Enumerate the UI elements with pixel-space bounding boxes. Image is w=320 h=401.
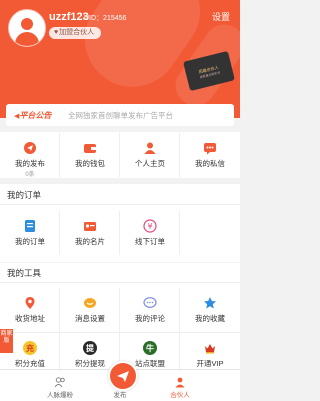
avatar[interactable] [8,9,46,47]
divider [0,282,240,283]
orders-grid: 我的订单 我的名片 ¥ 线下订单 [0,211,240,255]
tools-grid-row-1: 收货地址 消息设置 我的评论 我的收藏 [0,288,240,332]
points-recharge-label: 积分充值 [15,359,45,368]
wallet-icon [83,141,97,155]
empty-cell [180,211,240,255]
partner-icon [174,375,186,388]
join-partner-label: 加盟合伙人 [59,29,95,36]
person-icon [143,141,157,155]
offline-orders-button[interactable]: ¥ 线下订单 [120,211,180,255]
order-icon [23,219,37,233]
announcement-tag-label: 平台公告 [19,111,52,120]
vip-icon [203,341,217,355]
user-id: UID：215456 [84,15,127,22]
tools-section-title: 我的工具 [7,268,42,278]
avatar-body-shape [15,32,39,46]
yen-icon: ¥ [143,219,157,233]
quick-actions-grid: 我的发布 0条 我的钱包 个人主页 我的私信 [0,133,240,178]
my-publish-count: 0条 [25,172,35,178]
shipping-address-label: 收货地址 [15,314,45,323]
tab-partner[interactable]: 合伙人 [150,370,210,401]
my-favorites-label: 我的收藏 [195,314,225,323]
announcement-tag: ◀平台公告 [14,110,51,121]
my-favorites-button[interactable]: 我的收藏 [180,288,240,332]
profile-header: uzzf123 UID：215456 ♥加盟合伙人 设置 招募合伙人 成就事业新… [0,0,240,118]
league-icon: 牛 [143,341,157,355]
my-wallet-label: 我的钱包 [75,159,105,168]
my-card-button[interactable]: 我的名片 [60,211,120,255]
my-orders-button[interactable]: 我的订单 [0,211,60,255]
merchant-version-badge[interactable]: 商家版 [0,329,13,353]
publish-icon [23,141,37,155]
my-messages-label: 我的私信 [195,159,225,168]
comment-icon [143,296,157,310]
username: uzzf123 [49,11,89,23]
tab-partner-label: 合伙人 [170,392,190,399]
my-comments-label: 我的评论 [135,314,165,323]
my-card-label: 我的名片 [75,237,105,246]
message-settings-button[interactable]: 消息设置 [60,288,120,332]
tab-contacts-growth[interactable]: 人脉爆粉 [30,370,90,401]
send-icon [117,371,129,382]
personal-home-label: 个人主页 [135,159,165,168]
announcement-text: 全网独家首创聊单发布广告平台 [68,111,173,120]
open-vip-label: 开通VIP [196,359,224,368]
heart-icon: ♥ [54,29,59,36]
offline-orders-label: 线下订单 [135,237,165,246]
settings-button[interactable]: 设置 [212,10,230,23]
star-icon [203,296,217,310]
svg-text:¥: ¥ [147,222,152,231]
message-settings-label: 消息设置 [75,314,105,323]
shipping-address-button[interactable]: 收货地址 [0,288,60,332]
recharge-icon: 充 [23,341,37,355]
message-settings-icon [83,296,97,310]
location-icon [23,296,37,310]
personal-home-button[interactable]: 个人主页 [120,133,180,177]
announcement-bar[interactable]: ◀平台公告 全网独家首创聊单发布广告平台 [6,104,234,126]
card-icon [83,219,97,233]
divider [0,204,240,205]
my-publish-label: 我的发布 [15,159,45,168]
my-wallet-button[interactable]: 我的钱包 [60,133,120,177]
my-publish-button[interactable]: 我的发布 0条 [0,133,60,178]
publish-fab-button[interactable] [108,361,138,391]
join-partner-button[interactable]: ♥加盟合伙人 [49,27,102,39]
message-icon [203,141,217,155]
open-vip-button[interactable]: 开通VIP [180,333,240,369]
withdraw-icon: 提 [83,341,97,355]
users-icon [54,375,66,388]
my-messages-button[interactable]: 我的私信 [180,133,240,177]
orders-section-title: 我的订单 [7,190,42,200]
my-orders-label: 我的订单 [15,237,45,246]
my-comments-button[interactable]: 我的评论 [120,288,180,332]
tab-contacts-growth-label: 人脉爆粉 [47,392,73,399]
avatar-head-shape [21,18,33,30]
